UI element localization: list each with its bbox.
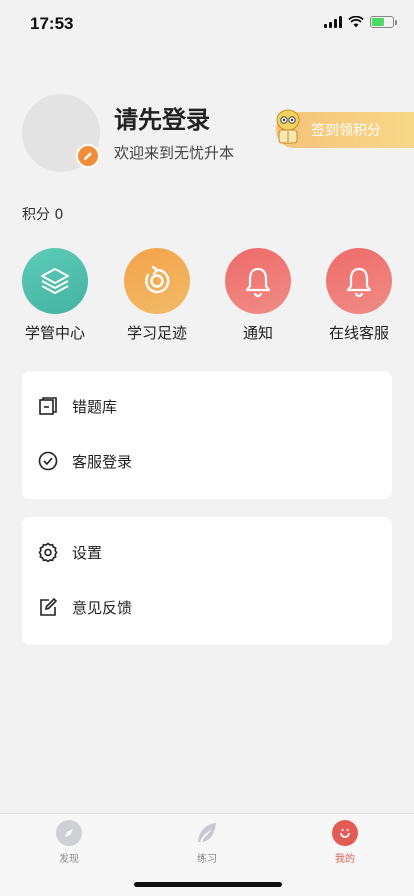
- quick-label: 通知: [242, 324, 273, 342]
- battery-icon: [370, 16, 397, 28]
- gear-icon: [38, 542, 58, 562]
- check-circle-icon: [38, 451, 58, 471]
- history-icon: [145, 265, 170, 294]
- bell-icon: [346, 267, 372, 298]
- quick-item-notification[interactable]: 通知: [208, 248, 308, 343]
- tab-label: 发现: [59, 854, 79, 865]
- menu-item-feedback[interactable]: 意见反馈: [22, 580, 392, 634]
- points-label: 积分 0: [22, 207, 64, 223]
- pencil-icon: [84, 152, 92, 160]
- quick-circle: [124, 248, 190, 314]
- quick-label: 学管中心: [24, 324, 85, 342]
- quick-circle: [225, 248, 291, 314]
- quick-item-study-center[interactable]: 学管中心: [5, 248, 105, 343]
- tab-label: 我的: [335, 854, 355, 865]
- status-time: 17:53: [30, 14, 74, 33]
- quick-circle: [22, 248, 88, 314]
- edit-avatar-button[interactable]: [76, 144, 100, 168]
- menu-card-1: 错题库 客服登录: [22, 371, 392, 499]
- bell-icon: [245, 267, 271, 298]
- quick-label: 在线客服: [328, 324, 389, 342]
- tab-label: 练习: [197, 854, 217, 865]
- compass-icon: [56, 820, 82, 846]
- edit-icon: [40, 597, 58, 616]
- menu-item-wrong-questions[interactable]: 错题库: [22, 379, 392, 433]
- menu-item-label: 设置: [72, 543, 103, 562]
- signal-icon: [324, 16, 342, 28]
- layers-icon: [41, 268, 69, 294]
- quick-label: 学习足迹: [126, 324, 187, 342]
- book-icon: [39, 397, 57, 415]
- menu-card-2: 设置 意见反馈: [22, 517, 392, 645]
- checkin-label: 签到领积分: [311, 123, 381, 139]
- user-icon: [332, 820, 358, 846]
- tab-discover[interactable]: 发现: [24, 820, 114, 865]
- home-indicator: [134, 882, 282, 887]
- quick-circle: [326, 248, 392, 314]
- welcome-text: 欢迎来到无忧升本: [114, 144, 235, 162]
- menu-item-label: 错题库: [72, 397, 118, 416]
- quick-item-study-history[interactable]: 学习足迹: [107, 248, 207, 343]
- menu-item-label: 客服登录: [72, 452, 133, 471]
- quick-item-online-service[interactable]: 在线客服: [309, 248, 409, 343]
- tab-mine[interactable]: 我的: [300, 820, 390, 865]
- checkin-button[interactable]: 签到领积分: [276, 109, 414, 148]
- quick-actions: 学管中心 学习足迹 通知 在线客服: [0, 248, 414, 348]
- menu-item-service-login[interactable]: 客服登录: [22, 434, 392, 488]
- feather-icon: [194, 820, 220, 846]
- status-icons: [324, 16, 397, 28]
- wifi-icon: [348, 16, 364, 28]
- menu-item-settings[interactable]: 设置: [22, 525, 392, 579]
- tab-practice[interactable]: 练习: [162, 820, 252, 865]
- mascot-icon: [276, 109, 300, 144]
- status-bar: 17:53: [0, 0, 414, 50]
- login-title[interactable]: 请先登录: [114, 100, 210, 135]
- menu-item-label: 意见反馈: [72, 598, 133, 617]
